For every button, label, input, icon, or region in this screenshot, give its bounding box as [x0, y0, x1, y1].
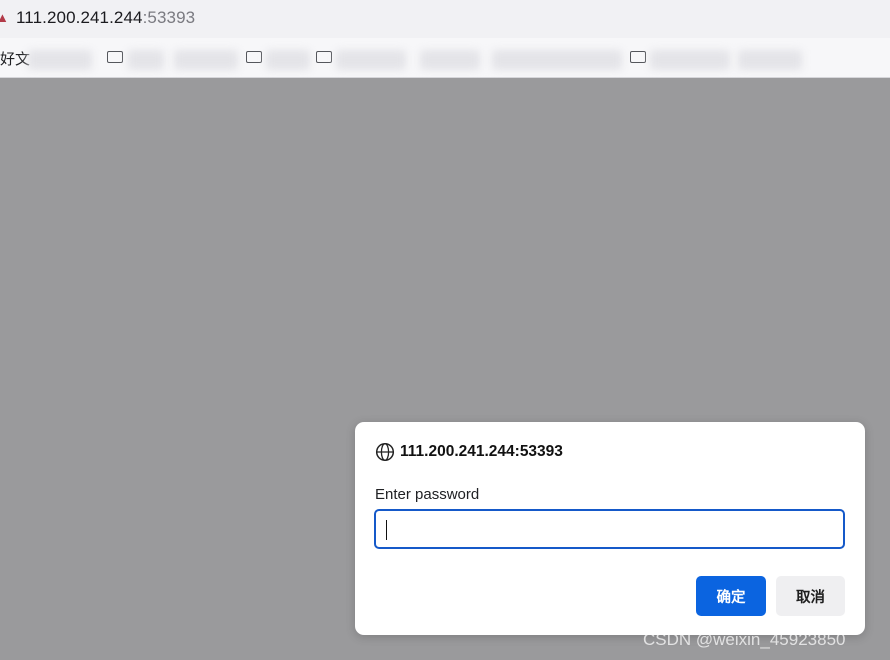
dialog-origin: 111.200.241.244:53393 — [375, 442, 563, 462]
blurred-bookmark — [650, 50, 730, 70]
watermark: CSDN @weixin_45923850 — [643, 630, 846, 649]
password-input[interactable] — [374, 509, 845, 549]
cancel-button[interactable]: 取消 — [776, 576, 845, 616]
blurred-bookmark — [174, 50, 238, 70]
blurred-bookmark — [336, 50, 406, 70]
blurred-bookmark — [738, 50, 802, 70]
url-port: :53393 — [142, 8, 196, 27]
folder-icon — [630, 51, 646, 63]
folder-icon — [107, 51, 123, 63]
blurred-bookmark — [492, 50, 622, 70]
blurred-bookmark — [420, 50, 480, 70]
site-info-icon[interactable]: ▲ — [0, 10, 9, 25]
url-host: 111.200.241.244 — [16, 8, 143, 27]
url-text[interactable]: 111.200.241.244:53393 — [16, 8, 195, 28]
folder-icon — [246, 51, 262, 63]
text-caret — [386, 520, 387, 540]
bookmark-item[interactable]: 好文 — [0, 48, 30, 69]
bookmarks-bar: 好文 — [0, 38, 890, 78]
password-label: Enter password — [375, 486, 480, 503]
ok-button[interactable]: 确定 — [696, 576, 766, 616]
blurred-bookmark — [28, 50, 92, 70]
dialog-origin-text: 111.200.241.244:53393 — [400, 443, 563, 460]
address-bar[interactable]: ▲ 111.200.241.244:53393 — [0, 0, 890, 38]
blurred-bookmark — [266, 50, 310, 70]
globe-icon — [375, 442, 395, 462]
folder-icon — [316, 51, 332, 63]
password-dialog: 111.200.241.244:53393 Enter password 确定 … — [355, 422, 865, 635]
blurred-bookmark — [128, 50, 164, 70]
